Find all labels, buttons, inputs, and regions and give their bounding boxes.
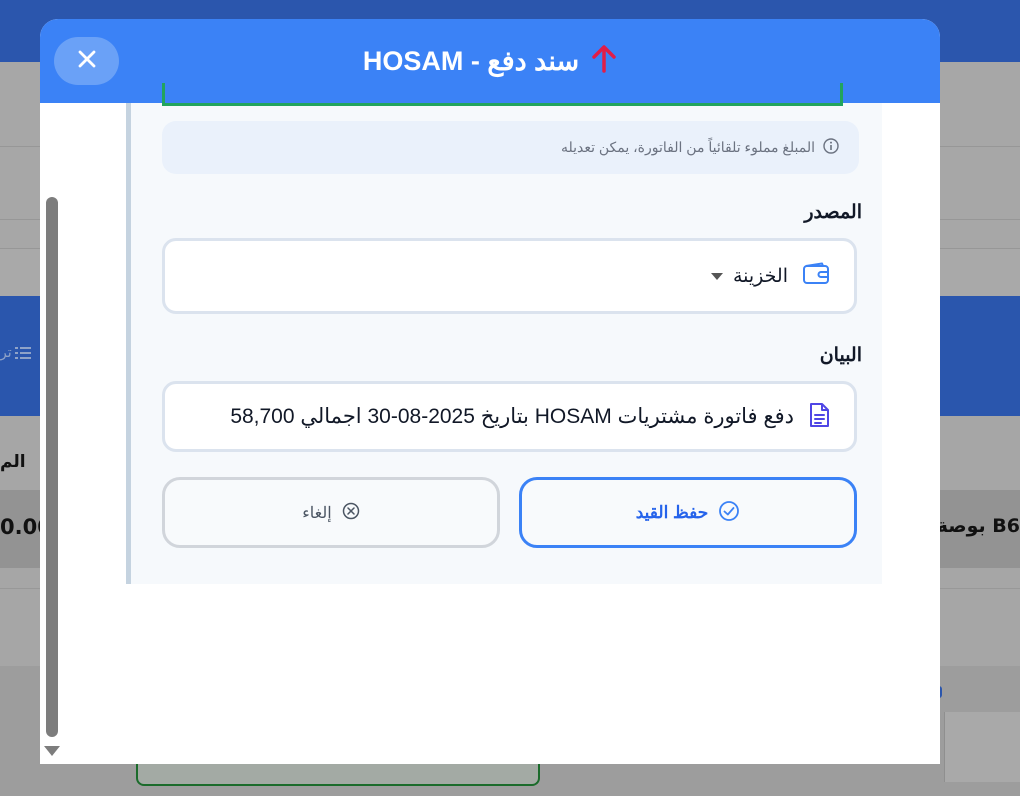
amount-hint: المبلغ مملوء تلقائياً من الفاتورة، يمكن … <box>162 121 859 174</box>
cancel-button[interactable]: إلغاء <box>162 477 500 548</box>
info-icon <box>823 137 839 158</box>
background-column-header: الم <box>0 452 26 472</box>
background-input <box>136 762 540 786</box>
scroll-area <box>62 103 82 764</box>
arrow-up-icon <box>591 44 617 78</box>
source-selected-value: الخزينة <box>732 265 788 287</box>
save-entry-button[interactable]: حفظ القيد <box>519 477 857 548</box>
modal-title-wrap: سند دفع - HOSAM <box>40 19 940 103</box>
amount-hint-text: المبلغ مملوء تلقائياً من الفاتورة، يمكن … <box>560 139 815 155</box>
close-icon <box>78 50 96 72</box>
document-icon <box>808 402 830 432</box>
description-value: دفع فاتورة مشتريات HOSAM بتاريخ 2025-08-… <box>230 405 794 428</box>
background-cell-name: B6 بوصة <box>936 515 1020 537</box>
close-button[interactable] <box>54 37 119 85</box>
scroll-down-arrow[interactable] <box>44 746 60 756</box>
background-toolbar-text: تر <box>0 345 12 361</box>
list-icon <box>14 347 31 359</box>
payment-voucher-modal: سند دفع - HOSAM المبلغ مملوء تلقائياً من… <box>40 19 940 764</box>
description-field[interactable]: دفع فاتورة مشتريات HOSAM بتاريخ 2025-08-… <box>162 381 857 452</box>
modal-title: سند دفع - HOSAM <box>362 45 580 76</box>
modal-header: سند دفع - HOSAM <box>40 19 940 103</box>
check-circle-icon <box>718 500 740 526</box>
background-panel <box>944 712 1020 782</box>
wallet-icon <box>802 262 830 290</box>
amount-field-border <box>162 83 165 106</box>
scrollbar[interactable] <box>46 197 58 737</box>
save-entry-label: حفظ القيد <box>635 502 709 522</box>
chevron-down-icon <box>710 272 723 280</box>
cancel-label: إلغاء <box>302 504 332 522</box>
source-select[interactable]: الخزينة <box>162 238 857 314</box>
background-toolbar-item: تر <box>0 345 31 361</box>
x-circle-icon <box>342 502 360 524</box>
source-label: المصدر <box>804 202 862 223</box>
amount-field-border <box>162 103 843 106</box>
modal-form: المبلغ مملوء تلقائياً من الفاتورة، يمكن … <box>126 83 882 584</box>
description-label: البيان <box>819 345 862 366</box>
amount-field-border <box>840 83 843 106</box>
